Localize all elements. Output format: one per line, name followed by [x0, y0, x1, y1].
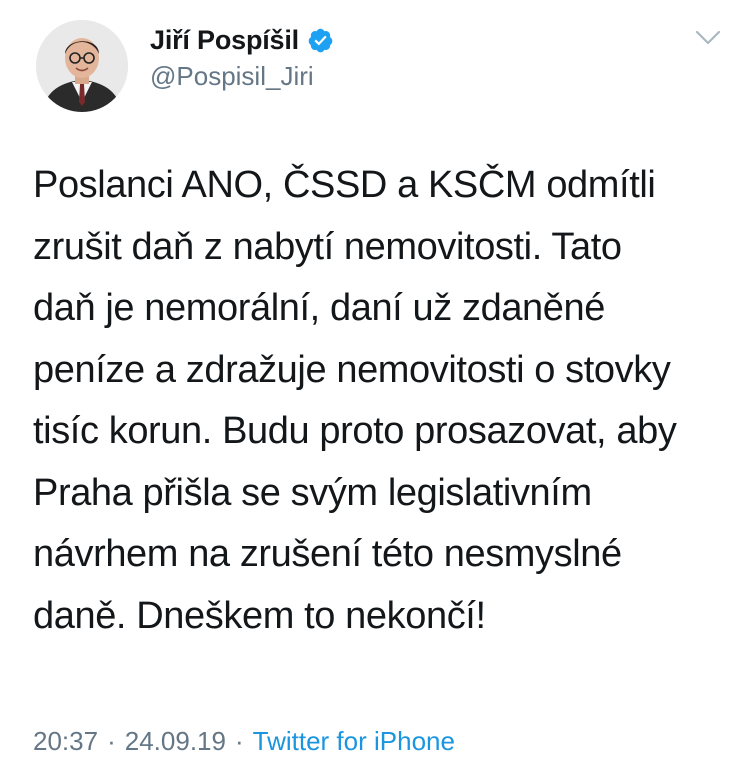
author-name-row: Jiří Pospíšil: [150, 20, 334, 60]
tweet-card: Jiří Pospíšil @Pospisil_Jiri Poslanci AN…: [0, 0, 750, 781]
meta-separator: ·: [107, 726, 116, 756]
verified-badge-icon: [307, 27, 334, 54]
meta-separator: ·: [234, 726, 244, 756]
avatar[interactable]: [36, 20, 128, 112]
author-handle[interactable]: @Pospisil_Jiri: [150, 61, 314, 92]
tweet-source-link[interactable]: Twitter for iPhone: [253, 726, 455, 757]
tweet-time[interactable]: 20:37: [33, 726, 98, 757]
tweet-date[interactable]: 24.09.19: [125, 726, 226, 757]
profile-photo-icon: [36, 20, 128, 112]
tweet-meta: 20:37 · 24.09.19 · Twitter for iPhone: [33, 726, 455, 757]
tweet-text: Poslanci ANO, ČSSD a KSČM odmítli zrušit…: [33, 164, 677, 637]
author-display-name[interactable]: Jiří Pospíšil: [150, 25, 299, 56]
chevron-down-icon[interactable]: [694, 28, 722, 48]
